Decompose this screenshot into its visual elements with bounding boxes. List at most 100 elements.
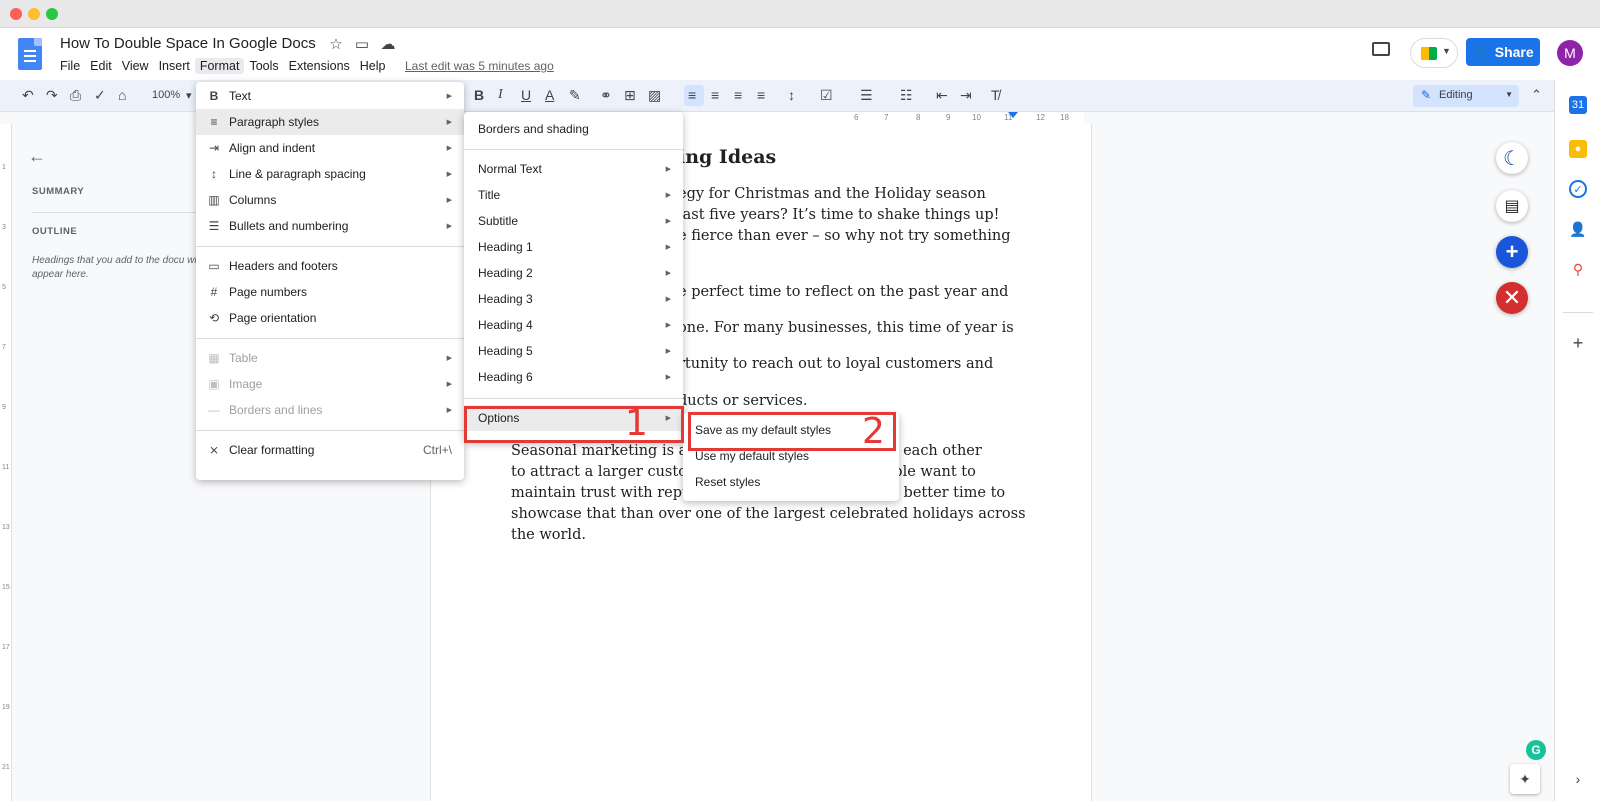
share-button[interactable]: 👤 Share [1466,38,1540,66]
clear-formatting-icon[interactable]: T̸ [991,87,1000,103]
document-outline-panel: ← SUMMARY OUTLINE Headings that you add … [12,124,212,801]
menu-view[interactable]: View [117,58,154,74]
format-menu-page-numbers[interactable]: # Page numbers [196,279,464,305]
borders-and-shading-item[interactable]: Borders and shading [464,116,683,142]
comment-history-icon[interactable] [1372,42,1390,56]
calendar-icon[interactable]: 31 [1569,96,1587,114]
keep-icon[interactable]: ● [1569,140,1587,158]
add-addon-icon[interactable]: + [1569,333,1587,353]
avatar[interactable]: M [1557,40,1583,66]
minimize-window-button[interactable] [28,8,40,20]
chevron-right-icon: ▶ [446,355,452,362]
redo-icon[interactable]: ↷ [46,87,58,104]
style-heading-1[interactable]: Heading 1 ▶ [464,234,683,260]
add-comment-icon[interactable]: ⊞ [624,87,636,104]
last-edit-link[interactable]: Last edit was 5 minutes ago [405,59,554,73]
close-icon[interactable]: ✕ [1496,282,1528,314]
format-menu-columns[interactable]: ▥ Columns ▶ [196,187,464,213]
close-window-button[interactable] [10,8,22,20]
align-right-icon[interactable]: ≡ [734,87,742,103]
checklist-icon[interactable]: ☑ [820,87,833,104]
indent-marker[interactable] [1008,112,1018,118]
highlight-icon[interactable]: ✎ [569,87,581,104]
outline-label: OUTLINE [32,226,78,237]
menu-extensions[interactable]: Extensions [284,58,355,74]
vertical-ruler[interactable]: 1 3 5 7 9 11 13 15 17 19 21 [0,124,12,801]
tasks-icon[interactable]: ✓ [1569,180,1587,198]
back-arrow-icon[interactable]: ← [28,146,46,167]
numbered-list-icon[interactable]: ☷ [900,87,913,104]
menu-format[interactable]: Format [194,58,245,74]
underline-icon[interactable]: U [521,87,531,103]
menu-file[interactable]: File [55,58,85,74]
style-heading-3[interactable]: Heading 3 ▶ [464,286,683,312]
format-menu-page-orientation[interactable]: ⟲ Page orientation [196,305,464,331]
chevron-right-icon[interactable]: › [1569,770,1587,788]
body-line: e fierce than ever – so why not try some… [678,228,1011,244]
text-color-icon[interactable]: A [545,87,554,103]
star-icon[interactable]: ☆ [326,35,346,53]
justify-icon[interactable]: ≡ [757,87,765,103]
bold-icon[interactable]: B [474,87,484,103]
document-icon[interactable]: ▤ [1496,190,1528,222]
zoom-select[interactable]: 100% [152,89,180,101]
menu-insert[interactable]: Insert [154,58,195,74]
meet-button[interactable]: ▼ [1410,38,1458,68]
style-heading-5[interactable]: Heading 5 ▶ [464,338,683,364]
decrease-indent-icon[interactable]: ⇤ [936,87,948,104]
format-menu-line-spacing[interactable]: ↕ Line & paragraph spacing ▶ [196,161,464,187]
link-icon[interactable]: ⚭ [600,87,612,104]
menu-tools[interactable]: Tools [244,58,283,74]
style-normal-text[interactable]: Normal Text ▶ [464,156,683,182]
body-line: e perfect time to reflect on the past ye… [678,284,1009,300]
menu-edit[interactable]: Edit [85,58,117,74]
align-left-icon[interactable]: ≡ [688,87,696,103]
bulleted-list-icon[interactable]: ☰ [860,87,873,104]
format-menu-headers-footers[interactable]: ▭ Headers and footers [196,253,464,279]
style-subtitle[interactable]: Subtitle ▶ [464,208,683,234]
menu-help[interactable]: Help [355,58,391,74]
format-menu-align-indent[interactable]: ⇥ Align and indent ▶ [196,135,464,161]
align-center-icon[interactable]: ≡ [711,87,719,103]
chevron-up-icon[interactable]: ⌃ [1531,87,1542,103]
add-icon[interactable]: + [1496,236,1528,268]
reset-styles-item[interactable]: Reset styles [683,469,899,495]
paragraph-styles-menu: Borders and shading Normal Text ▶ Title … [464,112,683,442]
docs-header: How To Double Space In Google Docs ☆ ▭ ☁… [0,28,1600,80]
format-menu-paragraph-styles[interactable]: ≡ Paragraph styles ▶ [196,109,464,135]
style-heading-4[interactable]: Heading 4 ▶ [464,312,683,338]
undo-icon[interactable]: ↶ [22,87,34,104]
table-icon: ▦ [208,351,220,365]
italic-icon[interactable]: I [498,87,503,103]
hash-icon: # [210,285,218,299]
line-spacing-icon[interactable]: ↕ [788,87,795,103]
body-line: egy for Christmas and the Holiday season [678,186,986,202]
format-menu-text[interactable]: B Text ▶ [196,83,464,109]
increase-indent-icon[interactable]: ⇥ [960,87,972,104]
body-line: rtunity to reach out to loyal customers … [678,356,994,372]
format-menu-bullets[interactable]: ☰ Bullets and numbering ▶ [196,213,464,239]
spellcheck-icon[interactable]: ✓ [94,87,106,104]
format-menu-clear-formatting[interactable]: ⨯ Clear formatting Ctrl+\ [196,437,464,463]
paint-format-icon[interactable]: ⌂ [118,87,126,103]
cloud-status-icon[interactable]: ☁ [378,35,398,53]
print-icon[interactable]: ⎙ [70,87,81,104]
explore-icon[interactable]: ✦ [1510,764,1540,794]
body-line: to attract a larger custo [511,464,687,480]
style-title[interactable]: Title ▶ [464,182,683,208]
columns-icon: ▥ [208,193,220,207]
step-1-number: 1 [625,403,648,444]
contacts-icon[interactable]: 👤 [1569,220,1587,238]
style-heading-6[interactable]: Heading 6 ▶ [464,364,683,390]
maximize-window-button[interactable] [46,8,58,20]
move-folder-icon[interactable]: ▭ [352,35,372,53]
grammarly-icon[interactable]: G [1526,740,1546,760]
style-heading-2[interactable]: Heading 2 ▶ [464,260,683,286]
document-title[interactable]: How To Double Space In Google Docs [60,35,316,52]
editing-mode-select[interactable]: ✎ Editing ▼ [1413,85,1519,107]
docs-logo-icon[interactable] [18,38,42,70]
maps-icon[interactable]: ⚲ [1569,260,1587,278]
insert-image-icon[interactable]: ▨ [648,87,661,104]
document-heading: ing Ideas [678,146,777,168]
moon-icon[interactable]: ☾ [1496,142,1528,174]
